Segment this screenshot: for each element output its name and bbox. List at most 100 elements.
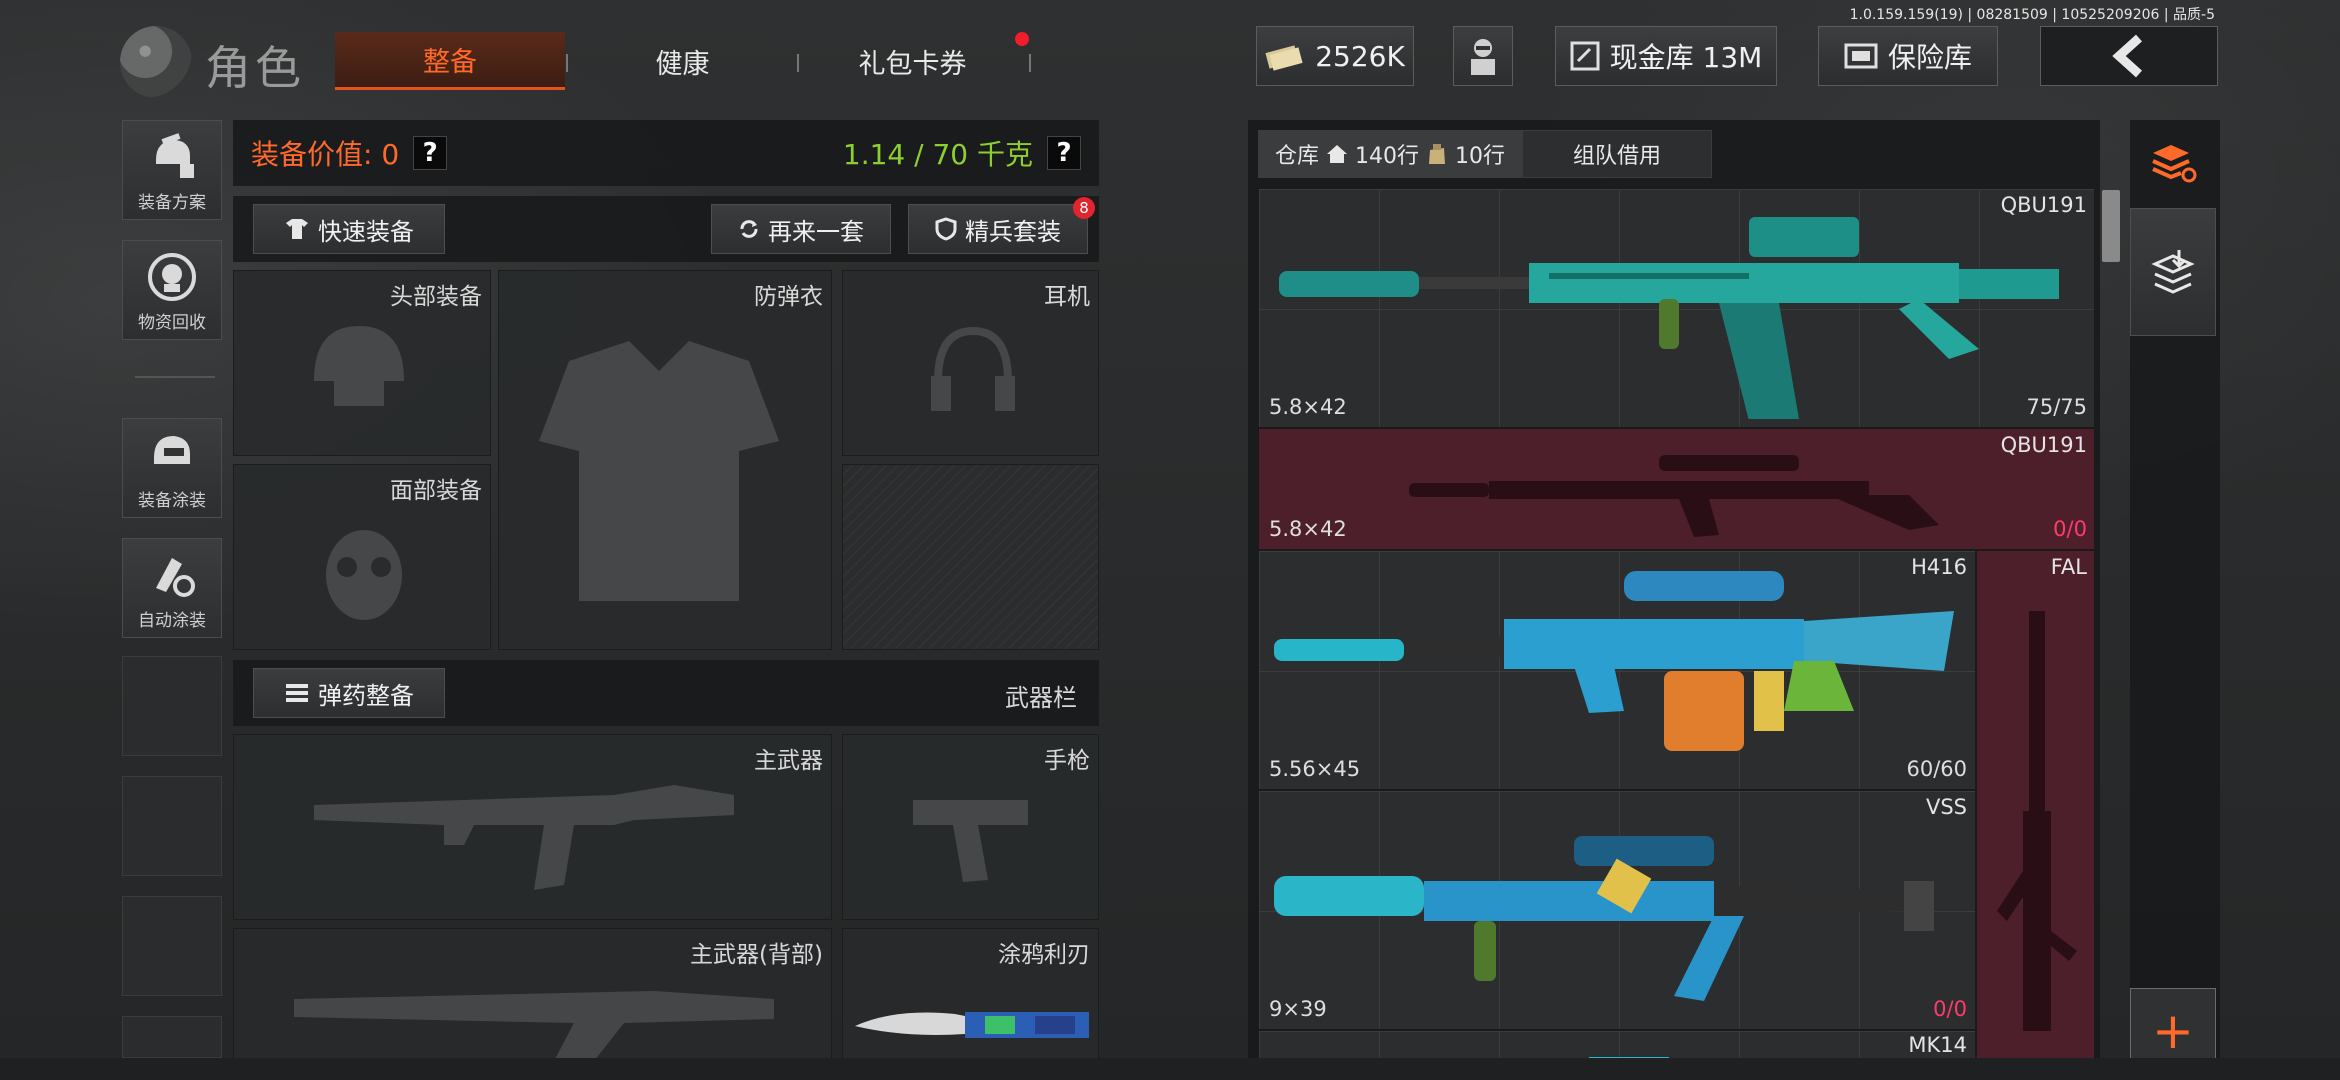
notice-dot — [1015, 32, 1029, 46]
gas-mask-icon — [326, 530, 402, 620]
locked-slot — [842, 464, 1099, 650]
weapon-item-vss[interactable]: VSS 9×39 0/0 — [1258, 790, 1976, 1030]
weapon-bar-label: 武器栏 — [1005, 684, 1077, 712]
weapon-item-qbu191[interactable]: QBU191 5.8×42 75/75 — [1258, 188, 2094, 428]
shield-icon — [935, 217, 957, 241]
ammo-count: 75/75 — [2026, 395, 2087, 419]
head-slot[interactable]: 头部装备 — [233, 270, 491, 456]
knife-icon — [855, 1012, 1089, 1038]
tab-prepare[interactable]: 整备 — [335, 32, 565, 90]
extra-row-count: 10行 — [1455, 144, 1506, 169]
bag-icon — [1429, 144, 1446, 164]
skin-icon — [154, 436, 190, 464]
stack-download-icon — [2151, 250, 2195, 294]
loadout-icon — [156, 133, 194, 178]
refresh-icon — [740, 220, 758, 238]
elite-badge: 8 — [1073, 197, 1095, 219]
ammo-count: 0/0 — [2053, 517, 2087, 541]
empty-slot — [122, 656, 222, 756]
cash-vault-label: 现金库 13M — [1609, 41, 1763, 74]
warehouse-tabs: 仓库 140行 10行 组队借用 — [1258, 130, 1713, 178]
back-button[interactable] — [2040, 26, 2218, 86]
recycle-button[interactable]: 物资回收 — [122, 240, 222, 340]
ammo-prepare-button[interactable]: 弹药整备 — [253, 668, 445, 718]
money-display[interactable]: 2526K — [1256, 26, 1414, 86]
helmet-icon — [314, 326, 404, 406]
weapon-item-fal[interactable]: FAL — [1976, 550, 2094, 1060]
tab-divider — [566, 54, 568, 72]
empty-slot — [122, 896, 222, 996]
equipment-actions: 快速装备 再来一套 精兵套装 8 — [233, 196, 1099, 262]
row-count: 140行 — [1355, 144, 1420, 169]
shirt-icon — [286, 219, 308, 239]
weight-display: 1.14 / 70 千克 — [842, 138, 1033, 171]
cash-vault-button[interactable]: 现金库 13M — [1555, 26, 1777, 86]
back-weapon-slot[interactable]: 主武器(背部) — [233, 928, 832, 1061]
tab-warehouse[interactable]: 仓库 140行 10行 — [1258, 130, 1523, 178]
earphone-slot[interactable]: 耳机 — [842, 270, 1099, 456]
skin-button[interactable]: 装备涂装 — [122, 418, 222, 518]
plus-icon: + — [2152, 1002, 2194, 1060]
weapon-bar-header: 弹药整备 武器栏 — [233, 660, 1099, 726]
cash-icon — [1265, 45, 1303, 71]
page-title: 角色 — [205, 41, 305, 95]
bottom-strip — [0, 1058, 2340, 1080]
armor-slot[interactable]: 防弹衣 — [498, 270, 832, 650]
weapon-item-qbu191-locked[interactable]: QBU191 5.8×42 0/0 — [1258, 428, 2094, 550]
rifle-image — [1274, 571, 1954, 751]
quick-equip-button[interactable]: 快速装备 — [253, 204, 445, 254]
profile-button[interactable] — [1453, 26, 1513, 86]
warehouse-grid: QBU191 5.8×42 75/75 QBU191 5.8×42 0/0 H4… — [1258, 188, 2094, 1060]
auto-paint-button[interactable]: 自动涂装 — [122, 538, 222, 638]
sidebar-item-label: 物资回收 — [138, 313, 206, 333]
tab-health[interactable]: 健康 — [600, 32, 765, 90]
sidebar-item-label: 自动涂装 — [138, 611, 206, 631]
sort-button[interactable] — [2130, 120, 2216, 206]
rifle-image — [1274, 836, 1934, 1001]
ammo-count: 0/0 — [1933, 997, 1967, 1021]
weapon-item-h416[interactable]: H416 5.56×45 60/60 — [1258, 550, 1976, 790]
ammo-count: 60/60 — [1906, 757, 1967, 781]
help-icon[interactable]: ? — [413, 136, 448, 170]
help-icon[interactable]: ? — [1047, 136, 1081, 170]
weapon-item-mk14[interactable]: MK14 — [1258, 1030, 1976, 1060]
money-value: 2526K — [1315, 39, 1405, 73]
tab-divider — [797, 54, 799, 72]
rifle-image — [1279, 217, 2059, 419]
safe-label: 保险库 — [1887, 41, 1972, 74]
again-button[interactable]: 再来一套 — [711, 204, 891, 254]
vault-icon — [1570, 41, 1600, 71]
globe-logo-icon — [120, 26, 192, 98]
elite-set-button[interactable]: 精兵套装 8 — [908, 197, 1095, 254]
rifle-image — [1409, 455, 1939, 537]
sidebar-item-label: 装备涂装 — [138, 491, 206, 511]
pistol-slot[interactable]: 手枪 — [842, 734, 1099, 920]
empty-slot — [122, 776, 222, 876]
auto-paint-icon — [156, 558, 195, 597]
top-bar: 角色 整备 健康 礼包卡券 2526K 现金库 13M 保险库 — [0, 20, 2340, 100]
safe-button[interactable]: 保险库 — [1818, 26, 1998, 86]
melee-slot[interactable]: 涂鸦利刃 — [842, 928, 1099, 1060]
loadout-plan-button[interactable]: 装备方案 — [122, 120, 222, 220]
tab-gift-coupons[interactable]: 礼包卡券 — [810, 32, 1015, 90]
tab-team-borrow[interactable]: 组队借用 — [1522, 130, 1713, 178]
primary-weapon-slot[interactable]: 主武器 — [233, 734, 832, 920]
warehouse-scrollbar[interactable] — [2102, 190, 2120, 262]
equipment-header: 装备价值: 0 ? 1.14 / 70 千克 ? — [233, 120, 1099, 186]
face-slot[interactable]: 面部装备 — [233, 464, 491, 650]
safe-icon — [1844, 43, 1878, 69]
rifle-image — [1997, 611, 2077, 1031]
back-arrow-icon — [2112, 34, 2143, 78]
sort-layers-icon — [2152, 145, 2197, 183]
ammo-icon — [286, 684, 308, 702]
equipment-value: 装备价值: 0 — [251, 138, 400, 171]
stash-button[interactable] — [2130, 208, 2216, 336]
rifle-icon — [314, 785, 734, 890]
empty-slot — [122, 1016, 222, 1058]
vest-icon — [539, 341, 779, 601]
home-icon — [1327, 145, 1348, 163]
warehouse-panel: 仓库 140行 10行 组队借用 QBU191 5.8×42 75/75 QBU… — [1248, 120, 2100, 1060]
right-toolbar: + — [2130, 120, 2220, 1074]
recycle-icon — [148, 253, 196, 301]
rifle-icon — [294, 991, 774, 1061]
